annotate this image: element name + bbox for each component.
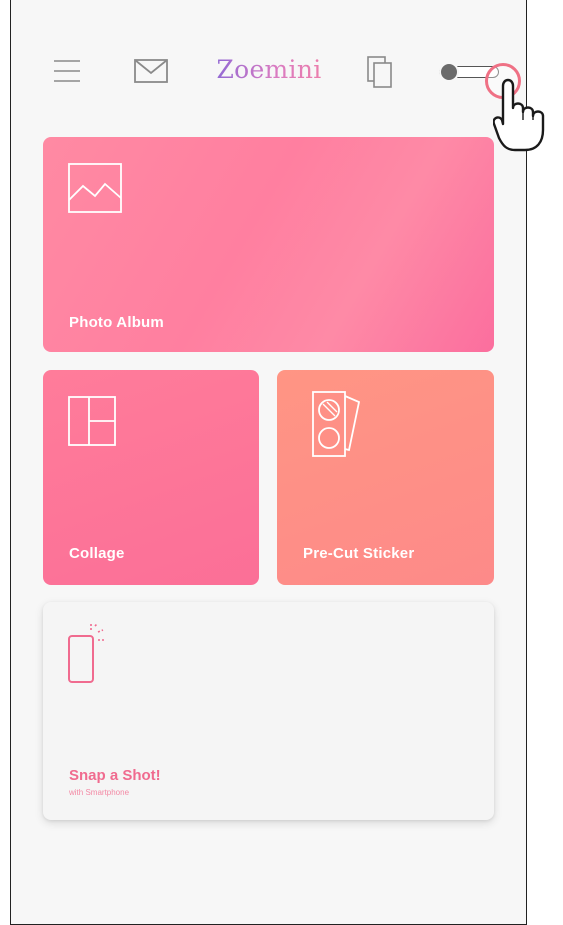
snap-a-shot-label: Snap a Shot! — [69, 767, 161, 784]
envelope-icon[interactable] — [134, 58, 168, 84]
hamburger-menu-icon[interactable] — [53, 58, 81, 84]
sticker-sheet-icon — [312, 391, 361, 457]
app-header: Zoemini — [11, 0, 545, 152]
collage-layout-icon — [68, 396, 116, 446]
collage-card[interactable]: Collage — [43, 370, 259, 585]
collage-label: Collage — [69, 545, 125, 562]
photo-album-label: Photo Album — [69, 314, 164, 331]
phone-screen: Zoemini Photo Album Collage Pre-Cut Stic… — [10, 0, 545, 925]
image-icon — [68, 163, 122, 213]
snap-a-shot-sublabel: with Smartphone — [69, 788, 130, 797]
toggle-knob — [439, 62, 459, 82]
smartphone-icon — [68, 623, 104, 683]
pre-cut-sticker-card[interactable]: Pre-Cut Sticker — [277, 370, 494, 585]
snap-a-shot-card[interactable]: Snap a Shot! with Smartphone — [43, 602, 494, 820]
photo-album-card[interactable]: Photo Album — [43, 137, 494, 352]
pointing-hand-icon — [493, 78, 545, 152]
app-brand-title: Zoemini — [209, 55, 329, 84]
copies-icon[interactable] — [366, 55, 394, 89]
pre-cut-sticker-label: Pre-Cut Sticker — [303, 545, 415, 562]
